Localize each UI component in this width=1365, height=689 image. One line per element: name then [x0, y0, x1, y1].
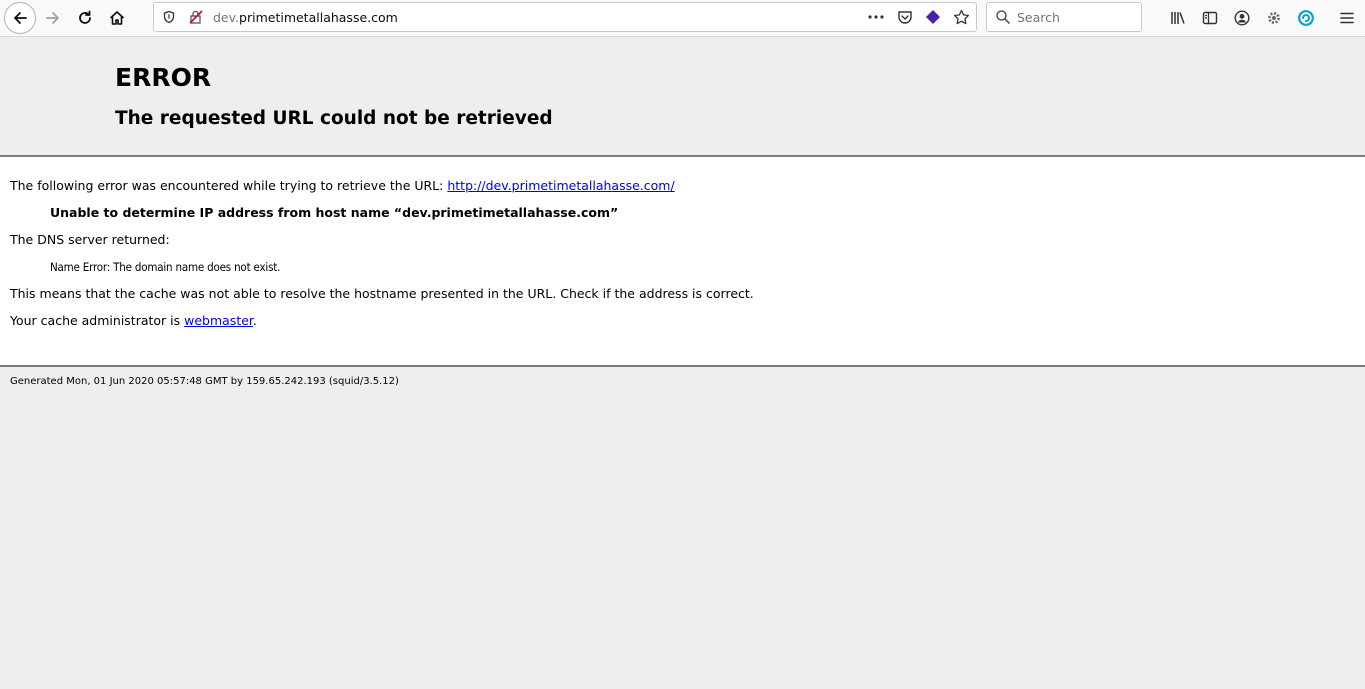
sync-extension-button[interactable]: [1292, 4, 1320, 32]
sync-extension-icon: [1298, 10, 1314, 26]
error-body: The following error was encountered whil…: [0, 157, 1365, 367]
back-icon: [14, 12, 27, 24]
url-domain: primetimetallahasse.com: [239, 10, 398, 25]
reload-button[interactable]: [71, 4, 99, 32]
sidebar-icon: [1202, 11, 1218, 25]
intro-text: The following error was encountered whil…: [10, 178, 448, 193]
settings-gear-icon: [1268, 12, 1280, 24]
bookmark-star-icon[interactable]: [952, 8, 970, 26]
tracking-protection-icon[interactable]: [187, 8, 205, 26]
admin-suffix: .: [252, 313, 257, 328]
library-icon: [1171, 12, 1185, 24]
error-title: ERROR: [115, 63, 212, 92]
sidebar-button[interactable]: [1196, 4, 1224, 32]
error-subtitle: The requested URL could not be retrieved: [115, 108, 553, 129]
menu-button[interactable]: [1333, 4, 1361, 32]
search-box[interactable]: Search: [986, 2, 1142, 32]
settings-button[interactable]: [1260, 4, 1288, 32]
home-button[interactable]: [103, 4, 131, 32]
library-button[interactable]: [1164, 4, 1192, 32]
error-intro: The following error was encountered whil…: [10, 178, 675, 193]
url-prefix: dev.: [213, 10, 240, 25]
site-info-icon[interactable]: [160, 8, 178, 26]
error-detail: Unable to determine IP address from host…: [50, 205, 619, 220]
home-icon: [109, 11, 125, 25]
forward-button[interactable]: [39, 4, 67, 32]
error-explanation: This means that the cache was not able t…: [10, 286, 754, 301]
pocket-icon[interactable]: [896, 8, 914, 26]
browser-toolbar: dev.primetimetallahasse.com Search: [0, 0, 1365, 37]
url-bar[interactable]: dev.primetimetallahasse.com: [153, 2, 977, 32]
account-button[interactable]: [1228, 4, 1256, 32]
search-placeholder: Search: [1017, 10, 1060, 25]
search-icon: [994, 8, 1012, 26]
error-header: ERROR The requested URL could not be ret…: [0, 37, 1365, 157]
page-actions-icon[interactable]: [867, 8, 885, 26]
webmaster-link[interactable]: webmaster: [184, 313, 253, 328]
admin-prefix: Your cache administrator is: [10, 313, 185, 328]
back-button[interactable]: [4, 2, 36, 34]
url-text[interactable]: dev.primetimetallahasse.com: [213, 10, 398, 25]
reload-icon: [79, 10, 91, 24]
admin-line: Your cache administrator is webmaster.: [10, 313, 257, 328]
forward-icon: [46, 12, 59, 24]
dns-message: Name Error: The domain name does not exi…: [50, 260, 281, 274]
menu-icon: [1340, 12, 1354, 24]
extension-icon[interactable]: [924, 8, 942, 26]
retrieve-url-link[interactable]: http://dev.primetimetallahasse.com/: [447, 178, 674, 193]
account-icon: [1234, 10, 1250, 26]
generated-footer: Generated Mon, 01 Jun 2020 05:57:48 GMT …: [10, 376, 399, 387]
dns-label: The DNS server returned:: [10, 232, 170, 247]
